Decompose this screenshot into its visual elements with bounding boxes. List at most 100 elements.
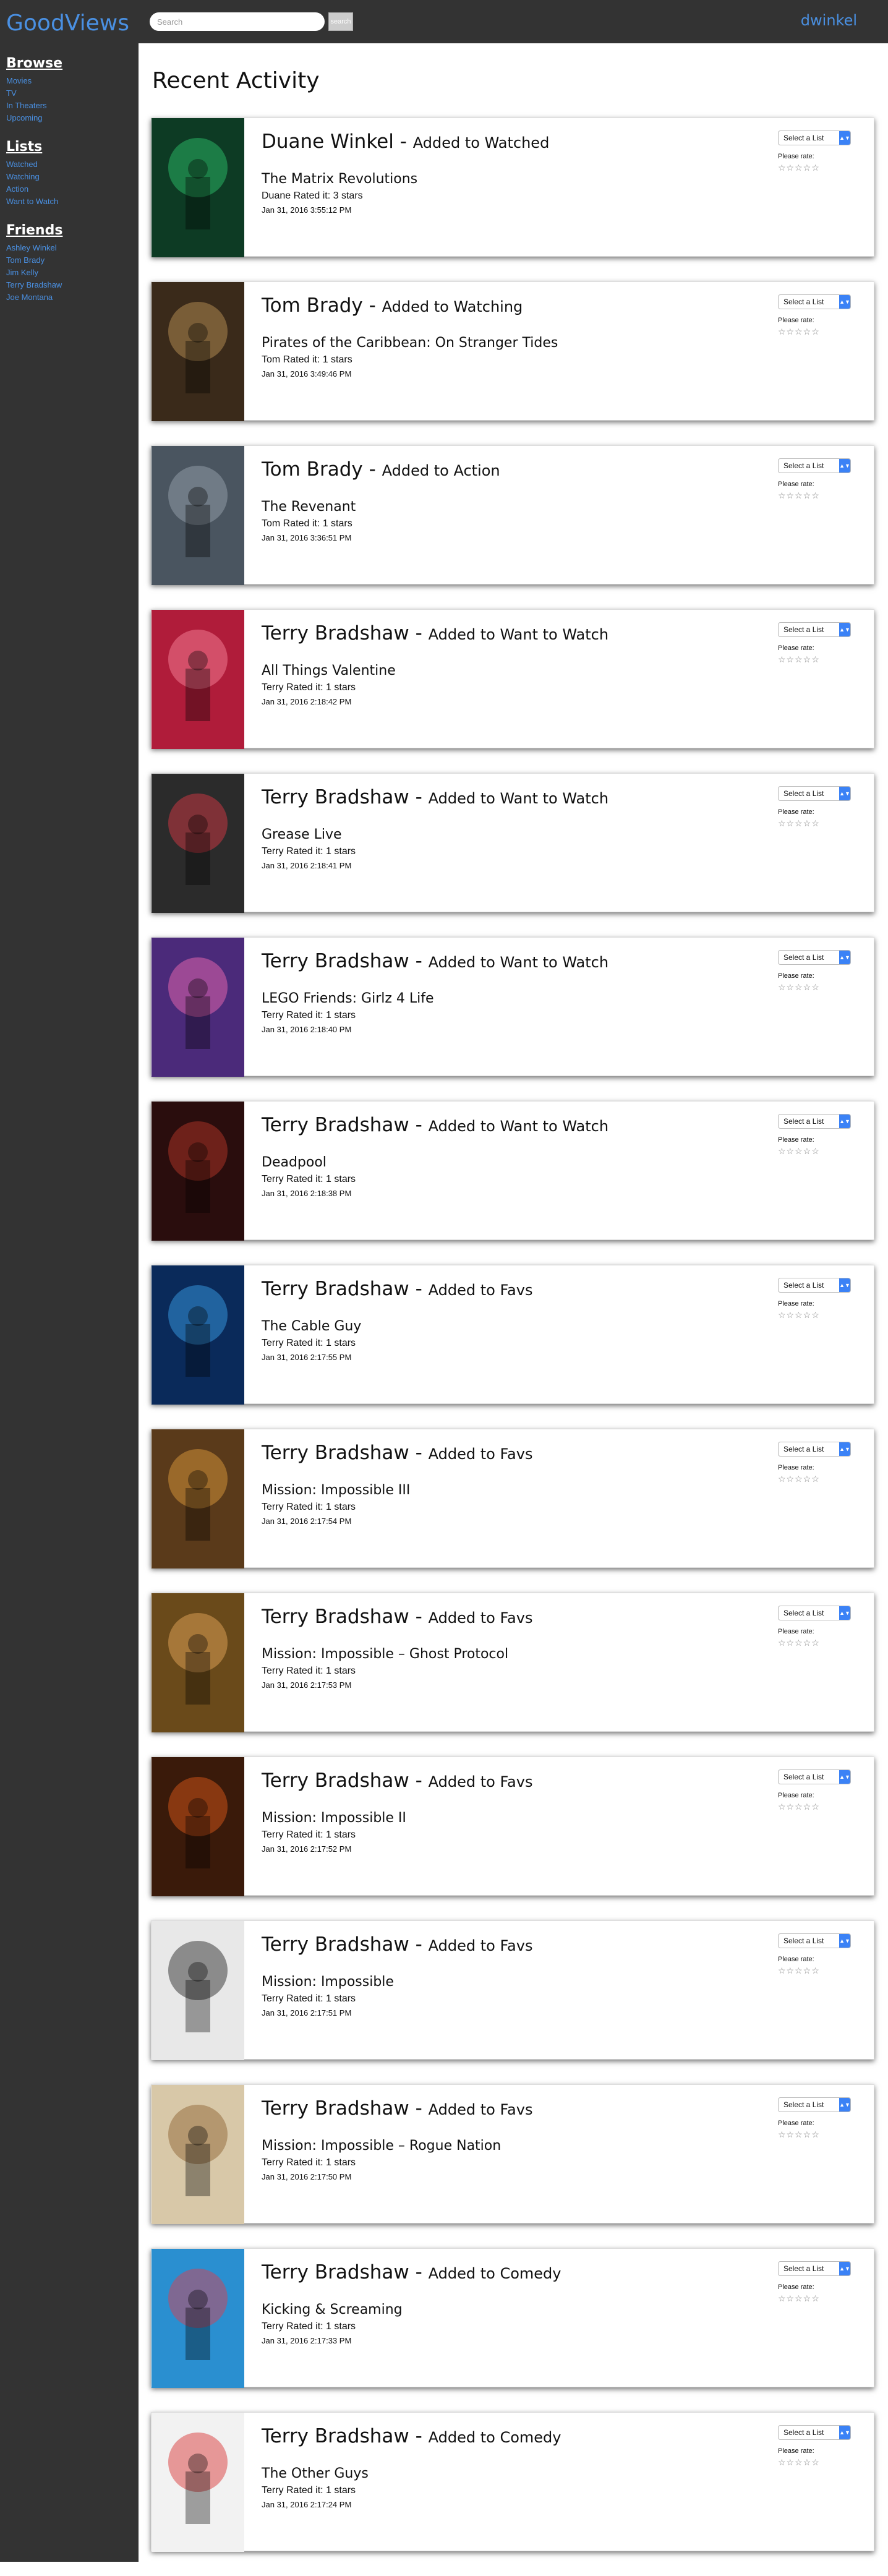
select-list-dropdown[interactable]: Select a List ▲▼ [778, 131, 851, 145]
activity-timestamp: Jan 31, 2016 2:17:51 PM [262, 2008, 352, 2018]
activity-user-link[interactable]: Terry Bradshaw [262, 1114, 409, 1136]
star-rating-input[interactable]: ☆☆☆☆☆ [778, 490, 858, 501]
movie-poster[interactable] [152, 774, 244, 913]
select-list-dropdown[interactable]: Select a List ▲▼ [778, 1769, 851, 1784]
movie-title[interactable]: Kicking & Screaming [262, 2302, 874, 2317]
star-rating-input[interactable]: ☆☆☆☆☆ [778, 163, 858, 173]
star-rating-input[interactable]: ☆☆☆☆☆ [778, 1310, 858, 1320]
select-list-dropdown[interactable]: Select a List ▲▼ [778, 1606, 851, 1620]
star-rating-input[interactable]: ☆☆☆☆☆ [778, 818, 858, 829]
star-rating-input[interactable]: ☆☆☆☆☆ [778, 1966, 858, 1976]
please-rate-label: Please rate: [778, 808, 814, 816]
search-button[interactable]: search [328, 12, 353, 31]
activity-user-link[interactable]: Terry Bradshaw [262, 1606, 409, 1628]
select-list-dropdown[interactable]: Select a List ▲▼ [778, 1933, 851, 1948]
activity-user-link[interactable]: Duane Winkel [262, 131, 394, 153]
sidebar-item-tv[interactable]: TV [6, 87, 62, 100]
activity-user-link[interactable]: Terry Bradshaw [262, 950, 409, 972]
select-list-dropdown[interactable]: Select a List ▲▼ [778, 950, 851, 965]
activity-action: - Added to Want to Watch [409, 1114, 609, 1136]
movie-title[interactable]: The Cable Guy [262, 1319, 874, 1334]
movie-poster[interactable] [152, 446, 244, 585]
sidebar-item-tom-brady[interactable]: Tom Brady [6, 254, 62, 267]
select-list-dropdown[interactable]: Select a List ▲▼ [778, 1442, 851, 1457]
activity-timestamp: Jan 31, 2016 2:18:41 PM [262, 861, 352, 870]
movie-title[interactable]: All Things Valentine [262, 663, 874, 678]
select-list-dropdown[interactable]: Select a List ▲▼ [778, 1278, 851, 1293]
movie-poster[interactable] [152, 1265, 244, 1405]
activity-user-link[interactable]: Terry Bradshaw [262, 1278, 409, 1300]
movie-title[interactable]: Mission: Impossible [262, 1974, 874, 1990]
activity-user-link[interactable]: Tom Brady [262, 294, 363, 317]
movie-title[interactable]: The Matrix Revolutions [262, 171, 874, 187]
poster-art [152, 118, 244, 257]
star-rating-input[interactable]: ☆☆☆☆☆ [778, 2457, 858, 2468]
select-list-dropdown[interactable]: Select a List ▲▼ [778, 1114, 851, 1129]
movie-poster[interactable] [152, 938, 244, 1077]
select-list-dropdown[interactable]: Select a List ▲▼ [778, 294, 851, 309]
movie-title[interactable]: Mission: Impossible – Rogue Nation [262, 2138, 874, 2154]
activity-user-link[interactable]: Terry Bradshaw [262, 2425, 409, 2447]
activity-user-link[interactable]: Terry Bradshaw [262, 1442, 409, 1464]
select-list-dropdown[interactable]: Select a List ▲▼ [778, 2097, 851, 2112]
activity-user-link[interactable]: Terry Bradshaw [262, 2261, 409, 2283]
movie-poster[interactable] [152, 2413, 244, 2552]
select-list-dropdown[interactable]: Select a List ▲▼ [778, 2261, 851, 2276]
sidebar-item-jim-kelly[interactable]: Jim Kelly [6, 267, 62, 279]
user-menu-link[interactable]: dwinkel [801, 12, 857, 29]
sidebar-item-joe-montana[interactable]: Joe Montana [6, 291, 62, 304]
star-rating-input[interactable]: ☆☆☆☆☆ [778, 654, 858, 665]
star-rating-input[interactable]: ☆☆☆☆☆ [778, 1146, 858, 1157]
movie-title[interactable]: Mission: Impossible – Ghost Protocol [262, 1646, 874, 1662]
sidebar-item-in-theaters[interactable]: In Theaters [6, 100, 62, 112]
star-rating-input[interactable]: ☆☆☆☆☆ [778, 327, 858, 337]
star-rating-input[interactable]: ☆☆☆☆☆ [778, 2129, 858, 2140]
star-rating-input[interactable]: ☆☆☆☆☆ [778, 1802, 858, 1812]
card-controls: Select a List ▲▼ Please rate: ☆☆☆☆☆ [778, 1278, 858, 1320]
star-rating-input[interactable]: ☆☆☆☆☆ [778, 1474, 858, 1484]
movie-title[interactable]: LEGO Friends: Girlz 4 Life [262, 991, 874, 1006]
select-list-dropdown[interactable]: Select a List ▲▼ [778, 458, 851, 473]
movie-poster[interactable] [152, 1429, 244, 1568]
select-list-dropdown[interactable]: Select a List ▲▼ [778, 786, 851, 801]
movie-title[interactable]: Mission: Impossible II [262, 1810, 874, 1826]
sidebar-item-ashley-winkel[interactable]: Ashley Winkel [6, 242, 62, 254]
sidebar-item-watching[interactable]: Watching [6, 171, 58, 183]
activity-user-link[interactable]: Terry Bradshaw [262, 786, 409, 808]
movie-title[interactable]: Pirates of the Caribbean: On Stranger Ti… [262, 335, 874, 351]
movie-title[interactable]: Mission: Impossible III [262, 1483, 874, 1498]
movie-poster[interactable] [152, 2085, 244, 2224]
sidebar-item-movies[interactable]: Movies [6, 75, 62, 87]
sidebar-item-watched[interactable]: Watched [6, 158, 58, 171]
star-rating-input[interactable]: ☆☆☆☆☆ [778, 1638, 858, 1648]
star-rating-input[interactable]: ☆☆☆☆☆ [778, 2293, 858, 2304]
activity-user-link[interactable]: Tom Brady [262, 458, 363, 481]
activity-user-link[interactable]: Terry Bradshaw [262, 2097, 409, 2120]
activity-action: - Added to Favs [409, 1933, 533, 1956]
movie-poster[interactable] [152, 1593, 244, 1732]
activity-user-link[interactable]: Terry Bradshaw [262, 622, 409, 644]
movie-poster[interactable] [152, 118, 244, 257]
movie-title[interactable]: The Revenant [262, 499, 874, 515]
activity-timestamp: Jan 31, 2016 2:17:52 PM [262, 1844, 352, 1854]
sidebar-item-action[interactable]: Action [6, 183, 58, 195]
movie-title[interactable]: Deadpool [262, 1155, 874, 1170]
movie-poster[interactable] [152, 610, 244, 749]
movie-poster[interactable] [152, 282, 244, 421]
sidebar-item-upcoming[interactable]: Upcoming [6, 112, 62, 124]
app-logo[interactable]: GoodViews [6, 11, 129, 36]
search-input[interactable] [150, 12, 325, 31]
activity-user-link[interactable]: Terry Bradshaw [262, 1769, 409, 1792]
activity-user-link[interactable]: Terry Bradshaw [262, 1933, 409, 1956]
movie-title[interactable]: The Other Guys [262, 2466, 874, 2481]
movie-poster[interactable] [152, 1102, 244, 1241]
select-list-dropdown[interactable]: Select a List ▲▼ [778, 2425, 851, 2440]
sidebar-item-terry-bradshaw[interactable]: Terry Bradshaw [6, 279, 62, 291]
movie-poster[interactable] [152, 2249, 244, 2388]
star-rating-input[interactable]: ☆☆☆☆☆ [778, 982, 858, 993]
sidebar-item-want-to-watch[interactable]: Want to Watch [6, 195, 58, 208]
movie-poster[interactable] [152, 1757, 244, 1896]
select-list-dropdown[interactable]: Select a List ▲▼ [778, 622, 851, 637]
movie-poster[interactable] [152, 1921, 244, 2060]
movie-title[interactable]: Grease Live [262, 827, 874, 842]
